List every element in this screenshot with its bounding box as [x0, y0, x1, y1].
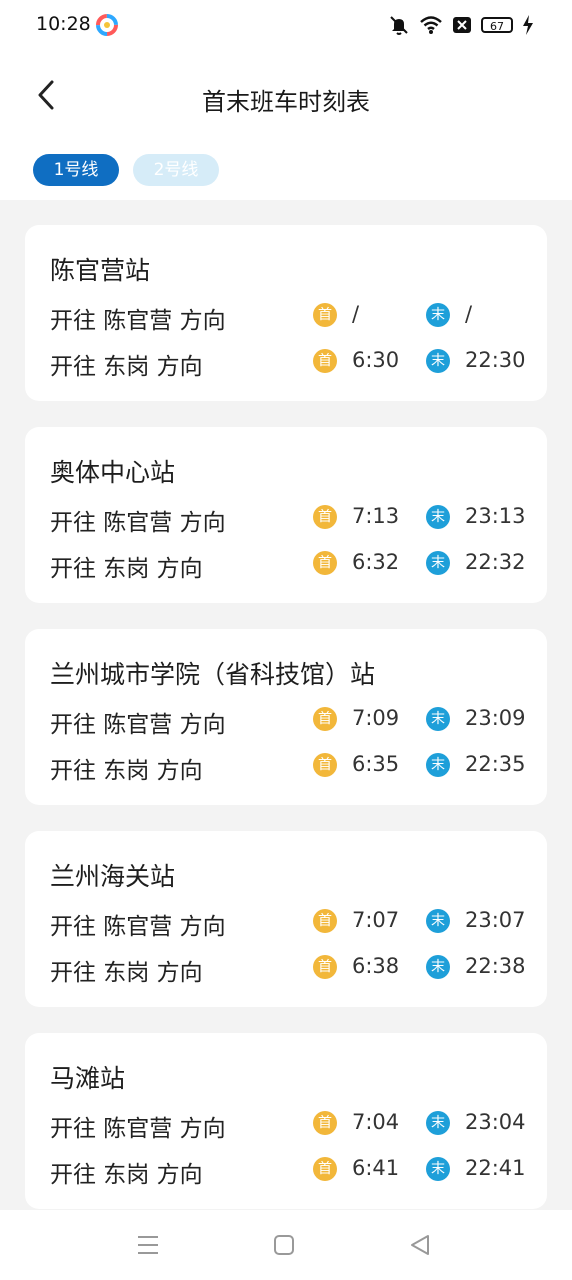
- station-card: 奥体中心站 开往 陈官营 方向 首 7:13 末 23:13 开往 东岗 方向 …: [25, 427, 547, 603]
- direction-row: 开往 东岗 方向 首 6:38 末 22:38: [25, 953, 547, 986]
- status-time: 10:28: [36, 13, 91, 35]
- station-card: 陈官营站 开往 陈官营 方向 首 / 末 / 开往 东岗 方向 首 6:30 末…: [25, 225, 547, 401]
- station-name: 奥体中心站: [50, 458, 176, 487]
- first-train-icon: 首: [313, 551, 337, 575]
- tab-line-1[interactable]: 1号线: [33, 154, 119, 186]
- first-train-icon: 首: [313, 909, 337, 933]
- direction-row: 开往 东岗 方向 首 6:41 末 22:41: [25, 1155, 547, 1188]
- direction-label: 开往 陈官营 方向: [50, 308, 226, 334]
- last-train-icon: 末: [426, 753, 450, 777]
- app-notification-icon: [96, 14, 118, 36]
- first-train-icon: 首: [313, 753, 337, 777]
- first-train-time: /: [352, 302, 360, 326]
- direction-label: 开往 东岗 方向: [50, 758, 203, 784]
- first-train-icon: 首: [313, 1157, 337, 1181]
- first-train-icon: 首: [313, 303, 337, 327]
- status-bar: 10:28 67: [0, 0, 572, 50]
- first-train-icon: 首: [313, 1111, 337, 1135]
- direction-row: 开往 陈官营 方向 首 / 末 /: [25, 301, 547, 334]
- last-train-icon: 末: [426, 707, 450, 731]
- station-card: 兰州城市学院（省科技馆）站 开往 陈官营 方向 首 7:09 末 23:09 开…: [25, 629, 547, 805]
- charging-icon: [523, 15, 533, 35]
- last-train-time: 23:13: [465, 504, 526, 528]
- first-train-time: 6:30: [352, 348, 400, 372]
- direction-label: 开往 东岗 方向: [50, 556, 203, 582]
- last-train-time: 23:04: [465, 1110, 526, 1134]
- direction-label: 开往 东岗 方向: [50, 1162, 203, 1188]
- direction-row: 开往 陈官营 方向 首 7:07 末 23:07: [25, 907, 547, 940]
- station-name: 兰州海关站: [50, 862, 176, 891]
- first-train-icon: 首: [313, 707, 337, 731]
- station-name: 马滩站: [50, 1064, 126, 1093]
- direction-label: 开往 陈官营 方向: [50, 1116, 226, 1142]
- direction-row: 开往 陈官营 方向 首 7:09 末 23:09: [25, 705, 547, 738]
- last-train-icon: 末: [426, 303, 450, 327]
- first-train-time: 6:41: [352, 1156, 400, 1180]
- last-train-time: 22:30: [465, 348, 526, 372]
- direction-label: 开往 东岗 方向: [50, 960, 203, 986]
- station-name: 陈官营站: [50, 256, 151, 285]
- first-train-time: 7:04: [352, 1110, 400, 1134]
- first-train-time: 7:07: [352, 908, 400, 932]
- last-train-icon: 末: [426, 955, 450, 979]
- first-train-time: 7:13: [352, 504, 400, 528]
- station-card: 马滩站 开往 陈官营 方向 首 7:04 末 23:04 开往 东岗 方向 首 …: [25, 1033, 547, 1209]
- last-train-icon: 末: [426, 551, 450, 575]
- last-train-icon: 末: [426, 909, 450, 933]
- last-train-icon: 末: [426, 349, 450, 373]
- mute-icon: [390, 16, 408, 35]
- direction-row: 开往 东岗 方向 首 6:30 末 22:30: [25, 347, 547, 380]
- last-train-time: 22:38: [465, 954, 526, 978]
- last-train-time: 22:32: [465, 550, 526, 574]
- direction-label: 开往 陈官营 方向: [50, 914, 226, 940]
- first-train-time: 6:38: [352, 954, 400, 978]
- battery-indicator: 67: [481, 17, 513, 33]
- direction-row: 开往 陈官营 方向 首 7:13 末 23:13: [25, 503, 547, 536]
- first-train-time: 7:09: [352, 706, 400, 730]
- last-train-icon: 末: [426, 505, 450, 529]
- tab-line-2[interactable]: 2号线: [133, 154, 219, 186]
- header: 首末班车时刻表 1号线 2号线: [0, 50, 572, 200]
- direction-label: 开往 陈官营 方向: [50, 510, 226, 536]
- direction-row: 开往 东岗 方向 首 6:35 末 22:35: [25, 751, 547, 784]
- first-train-time: 6:32: [352, 550, 400, 574]
- last-train-time: 23:09: [465, 706, 526, 730]
- last-train-time: /: [465, 302, 473, 326]
- wifi-icon: [420, 16, 442, 34]
- direction-row: 开往 陈官营 方向 首 7:04 末 23:04: [25, 1109, 547, 1142]
- page-title: 首末班车时刻表: [202, 88, 370, 116]
- sim-error-icon: [453, 17, 471, 33]
- menu-icon[interactable]: [136, 1234, 160, 1256]
- first-train-icon: 首: [313, 505, 337, 529]
- first-train-time: 6:35: [352, 752, 400, 776]
- home-icon[interactable]: [272, 1234, 296, 1256]
- direction-label: 开往 陈官营 方向: [50, 712, 226, 738]
- last-train-time: 22:41: [465, 1156, 526, 1180]
- last-train-icon: 末: [426, 1157, 450, 1181]
- first-train-icon: 首: [313, 349, 337, 373]
- direction-row: 开往 东岗 方向 首 6:32 末 22:32: [25, 549, 547, 582]
- system-nav-bar: [0, 1210, 572, 1280]
- last-train-time: 22:35: [465, 752, 526, 776]
- last-train-time: 23:07: [465, 908, 526, 932]
- station-card: 兰州海关站 开往 陈官营 方向 首 7:07 末 23:07 开往 东岗 方向 …: [25, 831, 547, 1007]
- station-name: 兰州城市学院（省科技馆）站: [50, 660, 376, 689]
- first-train-icon: 首: [313, 955, 337, 979]
- back-icon[interactable]: [408, 1234, 432, 1256]
- station-list: 陈官营站 开往 陈官营 方向 首 / 末 / 开往 东岗 方向 首 6:30 末…: [25, 225, 547, 1235]
- direction-label: 开往 东岗 方向: [50, 354, 203, 380]
- last-train-icon: 末: [426, 1111, 450, 1135]
